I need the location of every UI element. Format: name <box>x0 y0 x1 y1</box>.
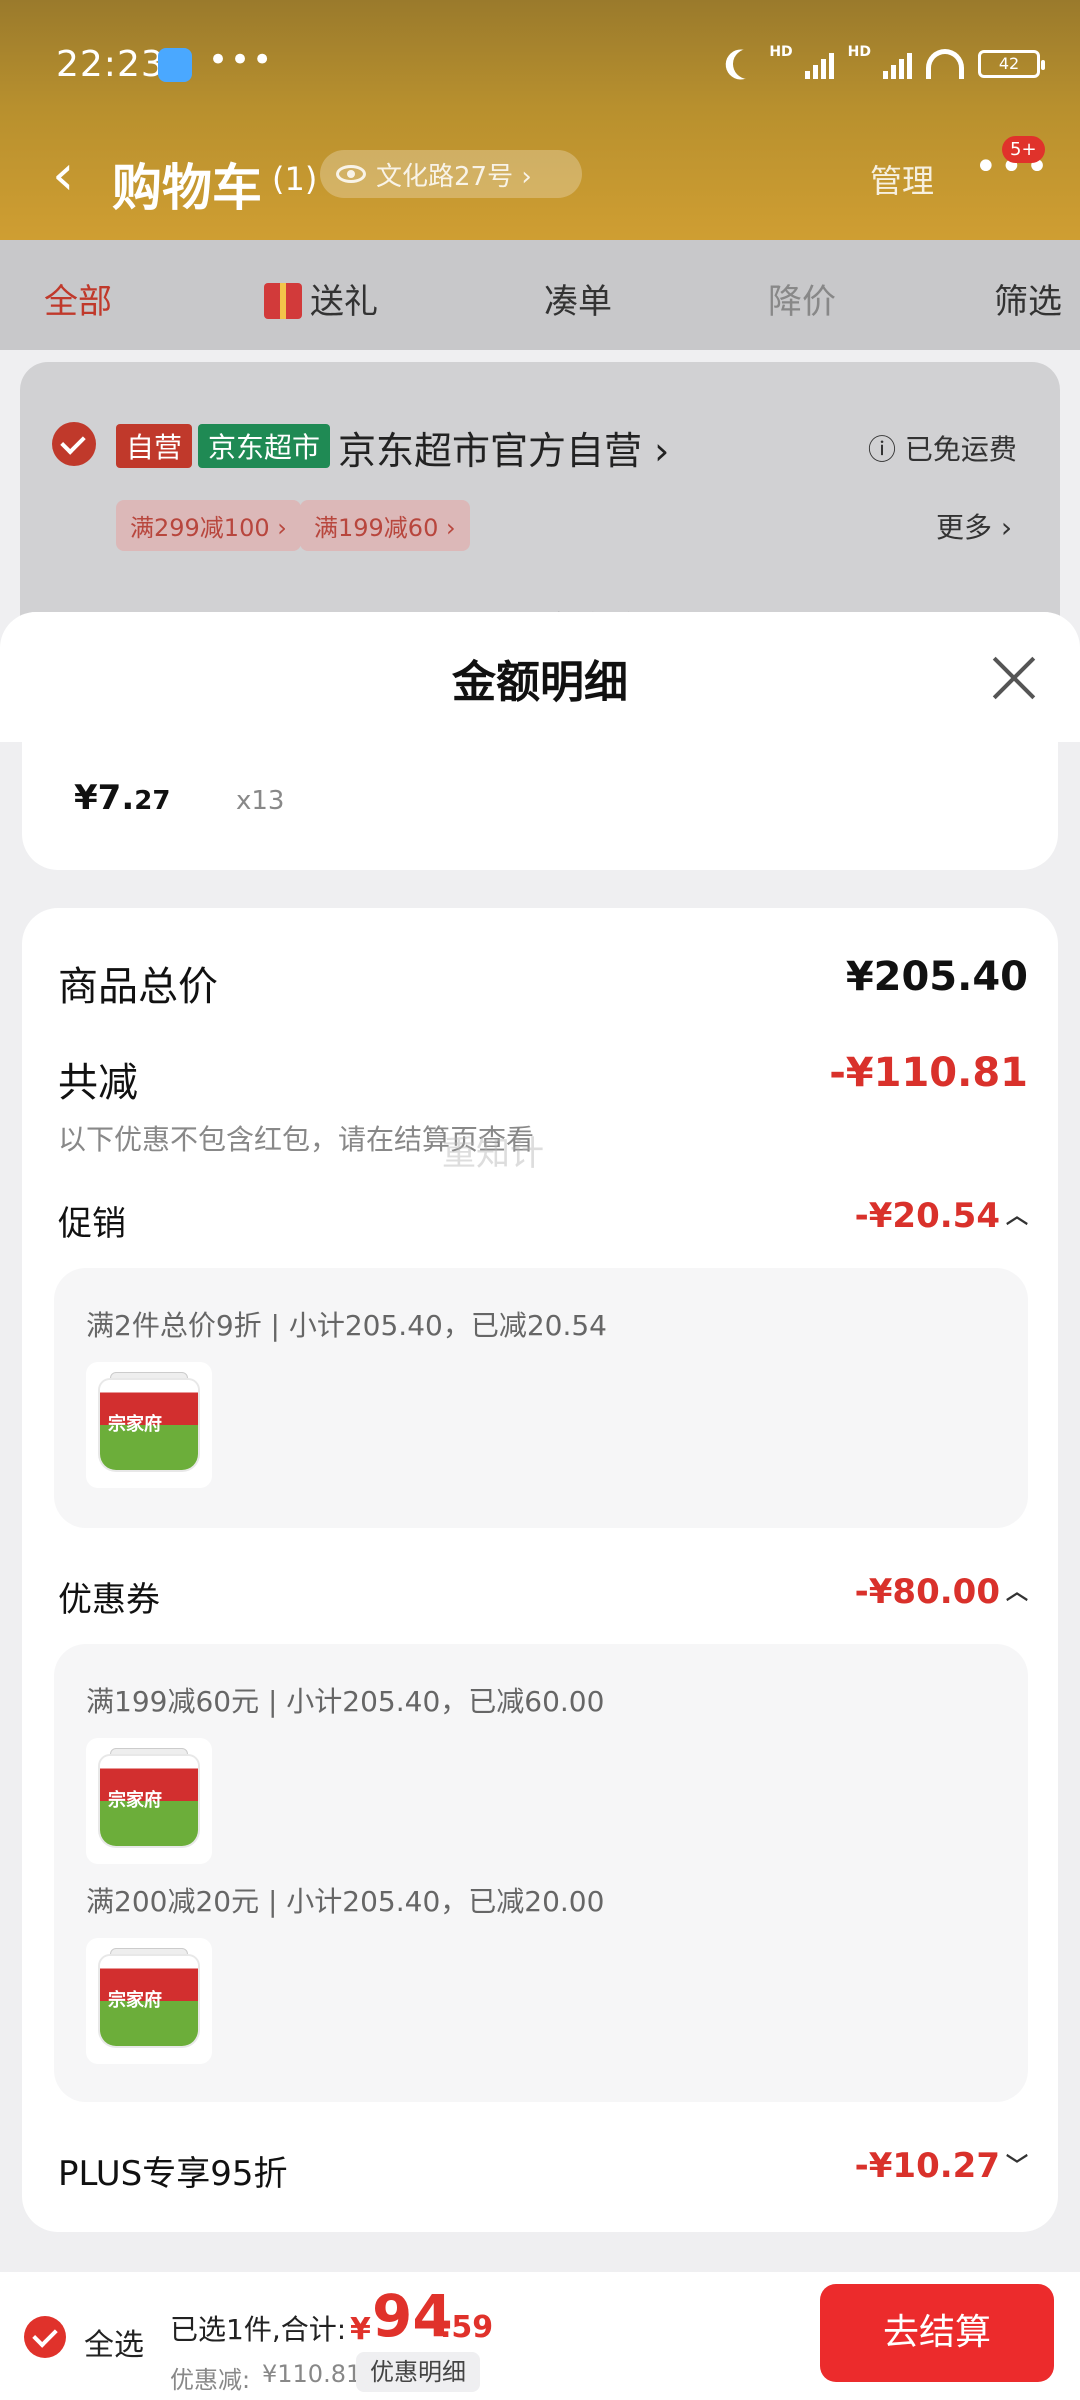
promotion-toggle[interactable]: -¥20.54 ︿ <box>855 1196 1028 1236</box>
chevron-up-icon: ︿ <box>1005 1204 1028 1229</box>
promo-tag-2[interactable]: 满199减60 › <box>300 500 470 551</box>
page-title: 购物车 <box>112 159 262 217</box>
cart-navbar: ‹ 购物车 (1) 文化路27号 › 管理 ••• <box>0 130 1080 220</box>
saved-value: ¥110.81 <box>262 2360 362 2388</box>
coupon-group: 满199减60元 | 小计205.40，已减60.00 宗家府 满200减20元… <box>54 1644 1028 2102</box>
tab-all[interactable]: 全部 <box>44 274 112 323</box>
sheet-title: 金额明细 <box>452 657 628 708</box>
coupon-detail-2: 满200减20元 | 小计205.40，已减20.00 <box>86 1885 605 1918</box>
selected-summary: 已选1件,合计: <box>170 2313 347 2346</box>
signal-icon <box>804 49 834 79</box>
product-thumbnail[interactable]: 宗家府 <box>86 1738 212 1864</box>
eye-icon <box>336 165 366 183</box>
select-all-checkbox[interactable] <box>24 2316 66 2358</box>
discount-detail-button[interactable]: 优惠明细 <box>356 2352 480 2392</box>
manage-button[interactable]: 管理 <box>870 156 934 202</box>
product-jar-image: 宗家府 <box>100 1956 198 2046</box>
promotion-value: -¥20.54 <box>854 1196 1000 1236</box>
product-thumbnail[interactable]: 宗家府 <box>86 1362 212 1488</box>
amount-detail-sheet: 金额明细 ¥7.27 x13 商品总价 ¥205.40 共减 -¥110.81 … <box>0 612 1080 2272</box>
self-operated-tag: 自营 <box>116 424 193 468</box>
product-jar-image: 宗家府 <box>100 1380 198 1470</box>
plus-discount-label: PLUS专享95折 <box>58 2154 288 2194</box>
sheet-header: 金额明细 <box>0 612 1080 742</box>
total-decimal: .59 <box>440 2310 494 2345</box>
status-more-icon: ••• <box>208 40 275 80</box>
tab-price-drop[interactable]: 降价 <box>768 274 836 323</box>
hd-label: HD <box>769 44 793 60</box>
do-not-disturb-icon <box>729 45 767 83</box>
signal-icon-2 <box>883 49 912 79</box>
discount-value: -¥110.81 <box>829 1050 1028 1096</box>
promotion-label: 促销 <box>58 1204 126 1244</box>
cart-count: (1) <box>272 160 318 198</box>
quantity: x13 <box>236 786 285 816</box>
plus-discount-toggle[interactable]: -¥10.27 ﹀ <box>855 2146 1028 2186</box>
product-brand: 宗家府 <box>108 1790 162 1811</box>
product-brand: 宗家府 <box>108 1990 162 2011</box>
goods-total-label: 商品总价 <box>58 964 218 1010</box>
status-icons: HD HD 42 <box>725 44 1045 84</box>
wifi-icon <box>926 49 964 79</box>
back-icon[interactable]: ‹ <box>52 148 74 204</box>
tab-filter[interactable]: 筛选 <box>994 274 1062 323</box>
gift-icon <box>264 283 302 319</box>
saved-label: 优惠减: <box>170 2366 251 2394</box>
goods-total-value: ¥205.40 <box>845 954 1028 1000</box>
price-breakdown-card: 商品总价 ¥205.40 共减 -¥110.81 以下优惠不包含红包，请在结算页… <box>22 908 1058 2232</box>
tab-gift[interactable]: 送礼 <box>264 274 378 323</box>
cart-tabs: 全部 送礼 凑单 降价 筛选 <box>0 240 1080 350</box>
coupon-detail-1: 满199减60元 | 小计205.40，已减60.00 <box>86 1685 605 1718</box>
promo-tag-1[interactable]: 满299减100 › <box>116 500 301 551</box>
coupon-toggle[interactable]: -¥80.00 ︿ <box>855 1572 1028 1612</box>
plus-discount-value: -¥10.27 <box>854 2146 1000 2186</box>
status-time: 22:23 <box>56 44 165 85</box>
free-shipping-label: ⓘ 已免运费 <box>868 433 1017 466</box>
store-checkbox[interactable] <box>52 422 96 466</box>
promotion-group: 满2件总价9折 | 小计205.40，已减20.54 宗家府 <box>54 1268 1028 1528</box>
close-icon[interactable] <box>990 654 1038 702</box>
jd-supermarket-tag: 京东超市 <box>198 424 331 468</box>
coupon-label: 优惠券 <box>58 1580 160 1620</box>
address-selector[interactable]: 文化路27号 › <box>320 150 582 198</box>
hd-label-2: HD <box>847 44 871 60</box>
tab-gift-label: 送礼 <box>310 282 378 322</box>
store-name[interactable]: 京东超市官方自营 › <box>338 420 669 475</box>
tab-add-on[interactable]: 凑单 <box>544 274 612 323</box>
more-promos-link[interactable]: 更多 › <box>936 506 1012 546</box>
product-jar-image: 宗家府 <box>100 1756 198 1846</box>
battery-icon: 42 <box>978 50 1045 78</box>
chevron-down-icon: ﹀ <box>1005 2154 1028 2179</box>
product-thumbnail[interactable]: 宗家府 <box>86 1938 212 2064</box>
unit-price: ¥7.27 <box>74 778 170 818</box>
address-text: 文化路27号 › <box>376 161 532 192</box>
calendar-app-icon <box>158 48 192 82</box>
message-badge: 5+ <box>1002 136 1045 163</box>
coupon-value: -¥80.00 <box>854 1572 1000 1612</box>
watermark: 重知计 <box>442 1134 544 1174</box>
product-brand: 宗家府 <box>108 1414 162 1435</box>
line-item-card: ¥7.27 x13 <box>22 742 1058 870</box>
unit-price-decimal: 27 <box>134 786 171 816</box>
total-currency: ¥ <box>350 2312 371 2347</box>
checkout-bar: 全选 已选1件,合计: ¥ 94 .59 优惠减: ¥110.81 优惠明细 去… <box>0 2272 1080 2400</box>
unit-price-main: ¥7. <box>74 778 135 818</box>
discount-label: 共减 <box>58 1060 138 1106</box>
promotion-detail: 满2件总价9折 | 小计205.40，已减20.54 <box>86 1309 607 1342</box>
chevron-up-icon: ︿ <box>1005 1580 1028 1605</box>
checkout-button[interactable]: 去结算 <box>820 2284 1054 2382</box>
select-all-label[interactable]: 全选 <box>84 2320 144 2364</box>
status-bar: 22:23 ••• HD HD 42 <box>0 0 1080 120</box>
